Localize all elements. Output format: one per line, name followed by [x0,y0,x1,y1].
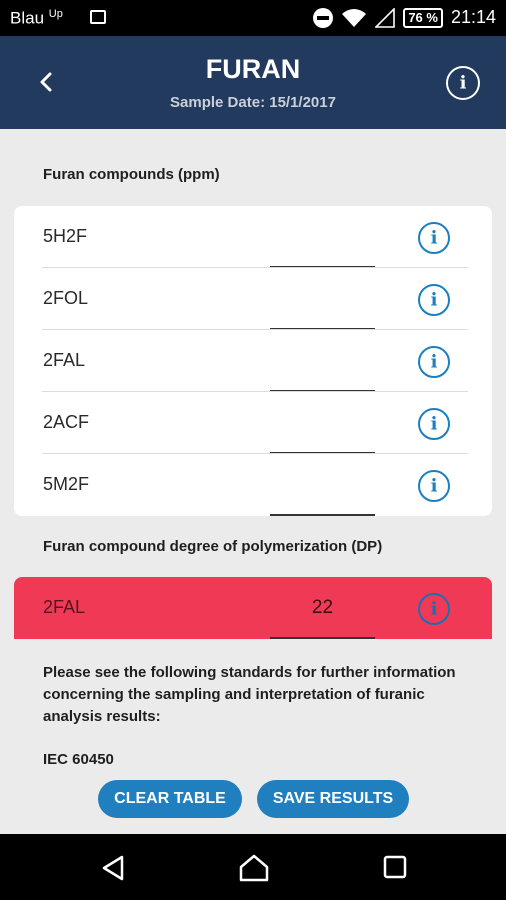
nav-home-icon[interactable] [238,854,270,882]
compound-row-2fol: 2FOL i [14,268,492,330]
image-notification-icon [90,10,106,24]
dp-row-2fal: 2FAL 22 i [14,577,492,639]
info-icon[interactable]: i [418,593,450,625]
info-icon[interactable]: i [418,284,450,316]
info-icon[interactable]: i [418,408,450,440]
info-button[interactable]: i [446,66,480,100]
do-not-disturb-icon [313,7,334,28]
input-underline [270,637,375,639]
nav-recents-icon[interactable] [382,854,408,880]
save-results-button[interactable]: SAVE RESULTS [257,780,409,818]
nav-back-icon[interactable] [100,854,126,882]
compound-name: 2ACF [43,412,90,432]
compound-row-2fal: 2FAL i [14,330,492,392]
sample-date: Sample Date: 15/1/2017 [170,94,336,111]
info-icon[interactable]: i [418,470,450,502]
furan-compounds-label: Furan compounds (ppm) [43,166,220,183]
dp-value: 22 [311,597,334,618]
clock: 21:14 [450,7,496,27]
input-underline [270,514,375,516]
compound-name: 2FAL [43,350,86,370]
standard-reference: IEC 60450 [43,751,114,765]
compound-row-5h2f: 5H2F i [14,206,492,268]
signal-icon [375,7,396,28]
compound-row-5m2f: 5M2F i [14,454,492,516]
page-title: FURAN [205,54,301,84]
standards-note: Please see the following standards for f… [43,664,456,725]
app-header: FURAN Sample Date: 15/1/2017 i [0,36,506,129]
clear-table-button[interactable]: CLEAR TABLE [98,780,242,818]
wifi-icon [342,8,367,27]
battery-indicator: 76 % [403,7,443,28]
furan-compounds-card: 5H2F i 2FOL i 2FAL i 2ACF i 5M2F i [14,206,492,516]
dp-section-label: Furan compound degree of polymerization … [43,538,383,555]
compound-name: 2FOL [43,288,89,308]
info-icon[interactable]: i [418,346,450,378]
system-nav-bar [0,834,506,900]
status-bar: Blau Up 76 % 21:14 [0,0,506,36]
info-icon[interactable]: i [418,222,450,254]
compound-name: 5M2F [43,474,90,494]
compound-row-2acf: 2ACF i [14,392,492,454]
compound-name: 5H2F [43,226,88,246]
carrier-label: Blau Up [10,8,63,28]
dp-compound-name: 2FAL [43,597,86,617]
info-icon: i [459,72,467,94]
